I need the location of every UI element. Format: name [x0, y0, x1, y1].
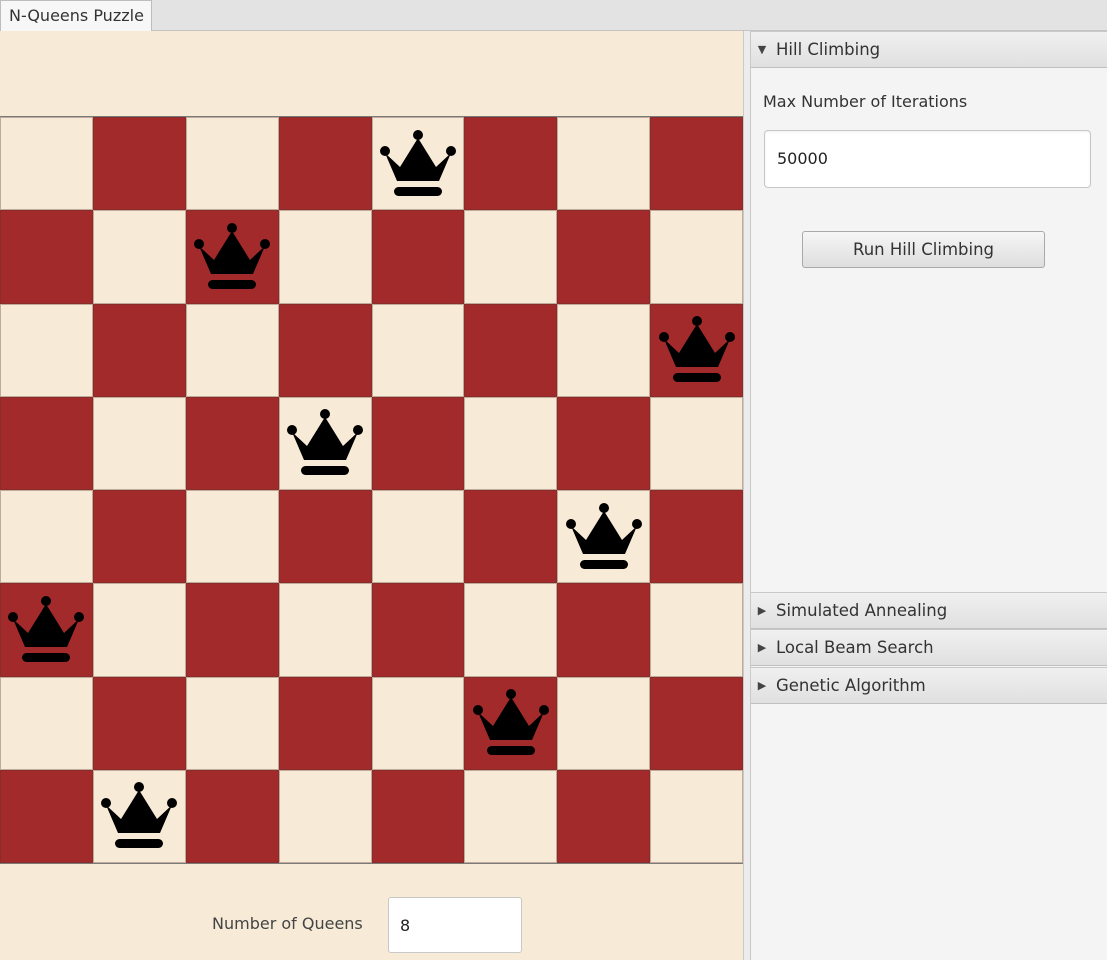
board-cell[interactable]: [557, 490, 651, 584]
board-cell[interactable]: [371, 769, 465, 863]
queens-count-row: Number of Queens 8: [0, 897, 743, 957]
board-cell[interactable]: [650, 583, 743, 677]
board-cell[interactable]: [0, 583, 93, 677]
board-cell[interactable]: [92, 396, 186, 490]
queen-crown-icon: [194, 222, 271, 292]
board-cell[interactable]: [464, 676, 558, 770]
board-cell[interactable]: [0, 396, 93, 490]
expanded-arrow-icon: ▼: [757, 43, 767, 56]
queen-crown-icon: [8, 595, 85, 665]
board-cell[interactable]: [650, 676, 743, 770]
board-cell[interactable]: [185, 490, 279, 584]
board-cell[interactable]: [650, 396, 743, 490]
board-cell[interactable]: [278, 210, 372, 304]
board-cell[interactable]: [278, 396, 372, 490]
algorithm-sidebar: ▼ Hill Climbing Max Number of Iterations…: [751, 31, 1107, 960]
queen-crown-icon: [101, 781, 178, 851]
board-cell[interactable]: [92, 676, 186, 770]
board-cell[interactable]: [464, 396, 558, 490]
board-cell[interactable]: [185, 210, 279, 304]
queen-crown-icon: [658, 315, 735, 385]
collapsed-arrow-icon: ▶: [757, 604, 767, 617]
board-cell[interactable]: [92, 490, 186, 584]
board-cell[interactable]: [0, 676, 93, 770]
pane-title: Simulated Annealing: [776, 601, 948, 620]
pane-title: Local Beam Search: [776, 638, 934, 657]
board-cell[interactable]: [650, 117, 743, 211]
board-cell[interactable]: [92, 210, 186, 304]
board-cell[interactable]: [557, 396, 651, 490]
board-area: Number of Queens 8: [0, 31, 743, 960]
pane-title: Genetic Algorithm: [776, 676, 926, 695]
board-cell[interactable]: [650, 210, 743, 304]
board-cell[interactable]: [557, 117, 651, 211]
board-cell[interactable]: [557, 583, 651, 677]
board-cell[interactable]: [0, 117, 93, 211]
hill-climbing-pane-content: Max Number of Iterations 50000 Run Hill …: [751, 68, 1107, 592]
board-cell[interactable]: [371, 676, 465, 770]
board-cell[interactable]: [92, 117, 186, 211]
queen-crown-icon: [472, 688, 549, 758]
tab-n-queens-puzzle[interactable]: N-Queens Puzzle: [0, 0, 152, 31]
max-iterations-label: Max Number of Iterations: [763, 92, 968, 111]
board-cell[interactable]: [557, 769, 651, 863]
board-cell[interactable]: [92, 583, 186, 677]
board-cell[interactable]: [464, 117, 558, 211]
chessboard: [0, 116, 743, 864]
board-cell[interactable]: [92, 769, 186, 863]
board-cell[interactable]: [0, 490, 93, 584]
number-of-queens-input[interactable]: 8: [388, 897, 522, 953]
local-beam-search-pane-header[interactable]: ▶ Local Beam Search: [751, 629, 1107, 666]
board-cell[interactable]: [371, 490, 465, 584]
queen-crown-icon: [287, 408, 364, 478]
board-cell[interactable]: [371, 583, 465, 677]
board-cell[interactable]: [650, 490, 743, 584]
collapsed-arrow-icon: ▶: [757, 679, 767, 692]
max-iterations-input[interactable]: 50000: [764, 130, 1091, 188]
board-cell[interactable]: [464, 210, 558, 304]
board-cell[interactable]: [371, 117, 465, 211]
board-cell[interactable]: [0, 303, 93, 397]
board-cell[interactable]: [464, 490, 558, 584]
board-cell[interactable]: [557, 303, 651, 397]
genetic-algorithm-pane-header[interactable]: ▶ Genetic Algorithm: [751, 667, 1107, 704]
pane-title: Hill Climbing: [776, 40, 881, 59]
simulated-annealing-pane-header[interactable]: ▶ Simulated Annealing: [751, 592, 1107, 629]
board-cell[interactable]: [0, 210, 93, 304]
board-cell[interactable]: [371, 210, 465, 304]
board-cell[interactable]: [464, 769, 558, 863]
board-cell[interactable]: [464, 303, 558, 397]
board-cell[interactable]: [278, 583, 372, 677]
hill-climbing-pane-header[interactable]: ▼ Hill Climbing: [751, 31, 1107, 68]
board-cell[interactable]: [464, 583, 558, 677]
board-cell[interactable]: [185, 583, 279, 677]
board-cell[interactable]: [185, 117, 279, 211]
board-cell[interactable]: [278, 490, 372, 584]
board-cell[interactable]: [650, 769, 743, 863]
run-hill-climbing-button[interactable]: Run Hill Climbing: [802, 231, 1045, 268]
board-cell[interactable]: [278, 303, 372, 397]
board-cell[interactable]: [650, 303, 743, 397]
tab-bar: N-Queens Puzzle: [0, 0, 1107, 31]
board-cell[interactable]: [92, 303, 186, 397]
board-cell[interactable]: [185, 396, 279, 490]
number-of-queens-label: Number of Queens: [212, 914, 363, 933]
board-cell[interactable]: [278, 117, 372, 211]
board-cell[interactable]: [185, 303, 279, 397]
board-cell[interactable]: [371, 303, 465, 397]
board-cell[interactable]: [185, 676, 279, 770]
collapsed-arrow-icon: ▶: [757, 641, 767, 654]
board-cell[interactable]: [278, 769, 372, 863]
board-cell[interactable]: [557, 676, 651, 770]
board-cell[interactable]: [371, 396, 465, 490]
board-cell[interactable]: [557, 210, 651, 304]
board-cell[interactable]: [278, 676, 372, 770]
split-pane-divider[interactable]: [743, 31, 751, 960]
board-cell[interactable]: [185, 769, 279, 863]
queen-crown-icon: [379, 129, 456, 199]
board-cell[interactable]: [0, 769, 93, 863]
queen-crown-icon: [565, 502, 642, 572]
